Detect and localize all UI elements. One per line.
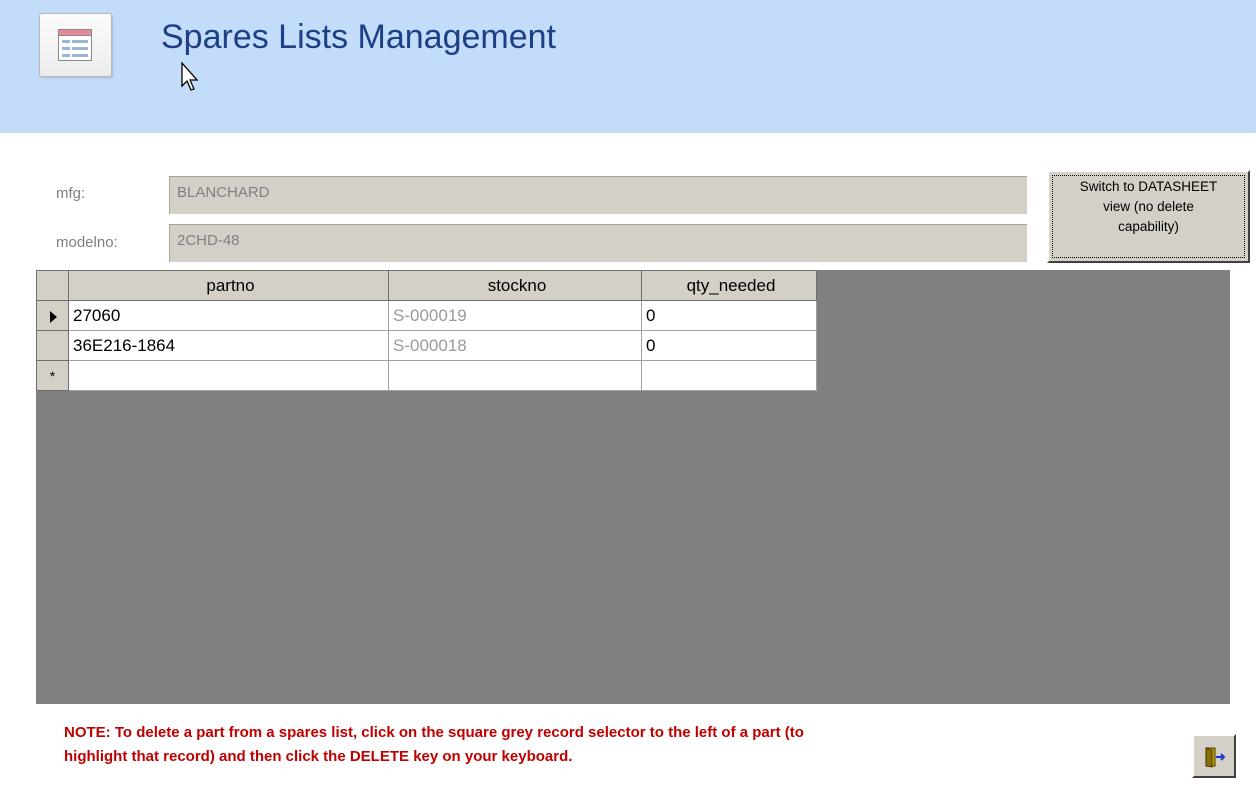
partno-cell[interactable]: 27060 [68, 300, 389, 331]
qty-needed-cell[interactable] [641, 360, 817, 391]
record-selector[interactable] [36, 330, 69, 361]
mfg-label: mfg: [56, 185, 86, 202]
column-header-qty-needed[interactable]: qty_needed [641, 270, 817, 301]
new-record-row: * [36, 360, 817, 391]
qty-needed-cell[interactable]: 0 [641, 300, 817, 331]
current-record-arrow-icon [49, 310, 57, 323]
modelno-label: modelno: [56, 234, 118, 251]
mouse-pointer-icon [181, 62, 199, 91]
table-row: 36E216-1864 S-000018 0 [36, 330, 817, 361]
column-header-stockno[interactable]: stockno [388, 270, 642, 301]
table-header-row: partno stockno qty_needed [36, 270, 817, 301]
record-selector[interactable] [36, 300, 69, 331]
exit-button[interactable] [1192, 734, 1236, 778]
qty-needed-cell[interactable]: 0 [641, 330, 817, 361]
switch-button-label-line3: capability) [1118, 219, 1179, 234]
select-all-corner[interactable] [36, 270, 69, 301]
page-title: Spares Lists Management [161, 18, 556, 56]
switch-to-datasheet-button[interactable]: Switch to DATASHEET view (no delete capa… [1047, 170, 1250, 263]
stockno-cell[interactable] [388, 360, 642, 391]
spares-lists-form: Spares Lists Management mfg: BLANCHARD m… [0, 0, 1256, 797]
form-icon [39, 13, 112, 77]
note-line2: highlight that record) and then click th… [64, 748, 573, 765]
modelno-field[interactable]: 2CHD-48 [168, 223, 1028, 263]
stockno-cell[interactable]: S-000018 [388, 330, 642, 361]
table-row: 27060 S-000019 0 [36, 300, 817, 331]
form-header: Spares Lists Management [0, 0, 1256, 133]
partno-cell[interactable] [68, 360, 389, 391]
note-line1: NOTE: To delete a part from a spares lis… [64, 724, 804, 741]
switch-button-label-line2: view (no delete [1103, 199, 1194, 214]
spares-datasheet[interactable]: partno stockno qty_needed 27060 S-000019… [36, 270, 1230, 704]
spares-table: partno stockno qty_needed 27060 S-000019… [36, 270, 817, 391]
switch-button-label-line1: Switch to DATASHEET [1079, 179, 1218, 194]
mfg-field[interactable]: BLANCHARD [168, 175, 1028, 215]
column-header-partno[interactable]: partno [68, 270, 389, 301]
stockno-cell[interactable]: S-000019 [388, 300, 642, 331]
delete-instructions-note: NOTE: To delete a part from a spares lis… [64, 721, 1064, 769]
exit-door-icon [1205, 747, 1226, 768]
partno-cell[interactable]: 36E216-1864 [68, 330, 389, 361]
new-record-selector[interactable]: * [36, 360, 69, 391]
